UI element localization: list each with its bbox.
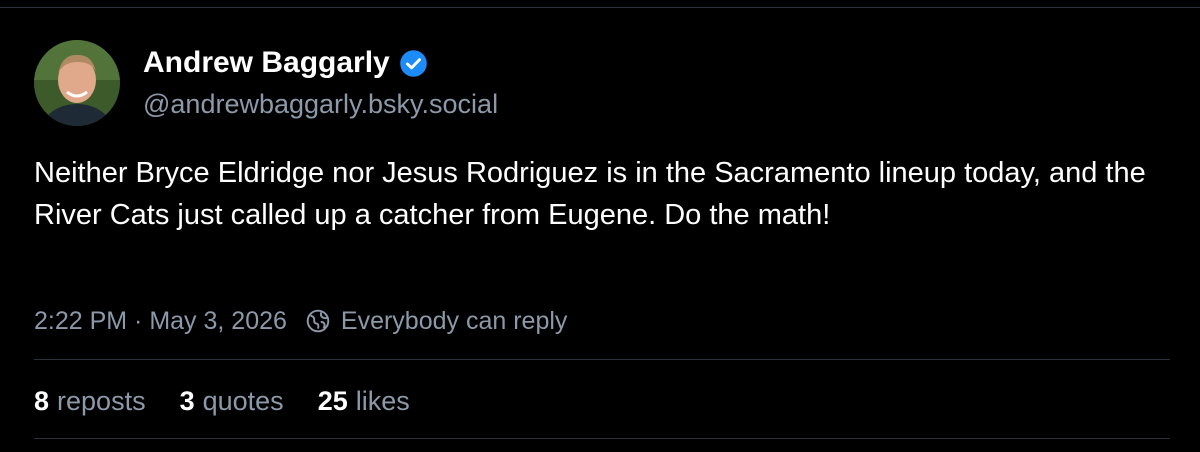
likes-count: 25 (317, 386, 348, 416)
verified-badge-icon[interactable] (399, 49, 428, 78)
reposts-count: 8 (34, 386, 50, 416)
divider (34, 438, 1170, 439)
post-meta: 2:22 PM · May 3, 2026 Everybody can repl… (34, 304, 567, 338)
avatar[interactable] (34, 40, 120, 126)
globe-icon (305, 308, 331, 334)
author-display-name[interactable]: Andrew Baggarly (143, 45, 390, 81)
avatar-image (34, 40, 120, 126)
quotes-label: quotes (202, 386, 284, 416)
top-border (0, 0, 1200, 8)
quotes-count: 3 (179, 386, 195, 416)
name-row: Andrew Baggarly (143, 45, 498, 81)
author-info: Andrew Baggarly @andrewbaggarly.bsky.soc… (143, 45, 498, 121)
post-text: Neither Bryce Eldridge nor Jesus Rodrigu… (34, 157, 1146, 231)
author-handle[interactable]: @andrewbaggarly.bsky.social (143, 87, 498, 121)
post-header: Andrew Baggarly @andrewbaggarly.bsky.soc… (34, 40, 1170, 126)
divider (34, 359, 1170, 360)
post-timestamp[interactable]: 2:22 PM · May 3, 2026 (34, 304, 287, 338)
likes-stat[interactable]: 25 likes (318, 383, 410, 419)
reply-setting[interactable]: Everybody can reply (341, 304, 568, 338)
engagement-stats: 8 reposts 3 quotes 25 likes (34, 383, 444, 419)
quotes-stat[interactable]: 3 quotes (180, 383, 284, 419)
likes-label: likes (355, 386, 410, 416)
post-card: Andrew Baggarly @andrewbaggarly.bsky.soc… (34, 40, 1170, 439)
reposts-label: reposts (57, 386, 146, 416)
reposts-stat[interactable]: 8 reposts (34, 383, 146, 419)
